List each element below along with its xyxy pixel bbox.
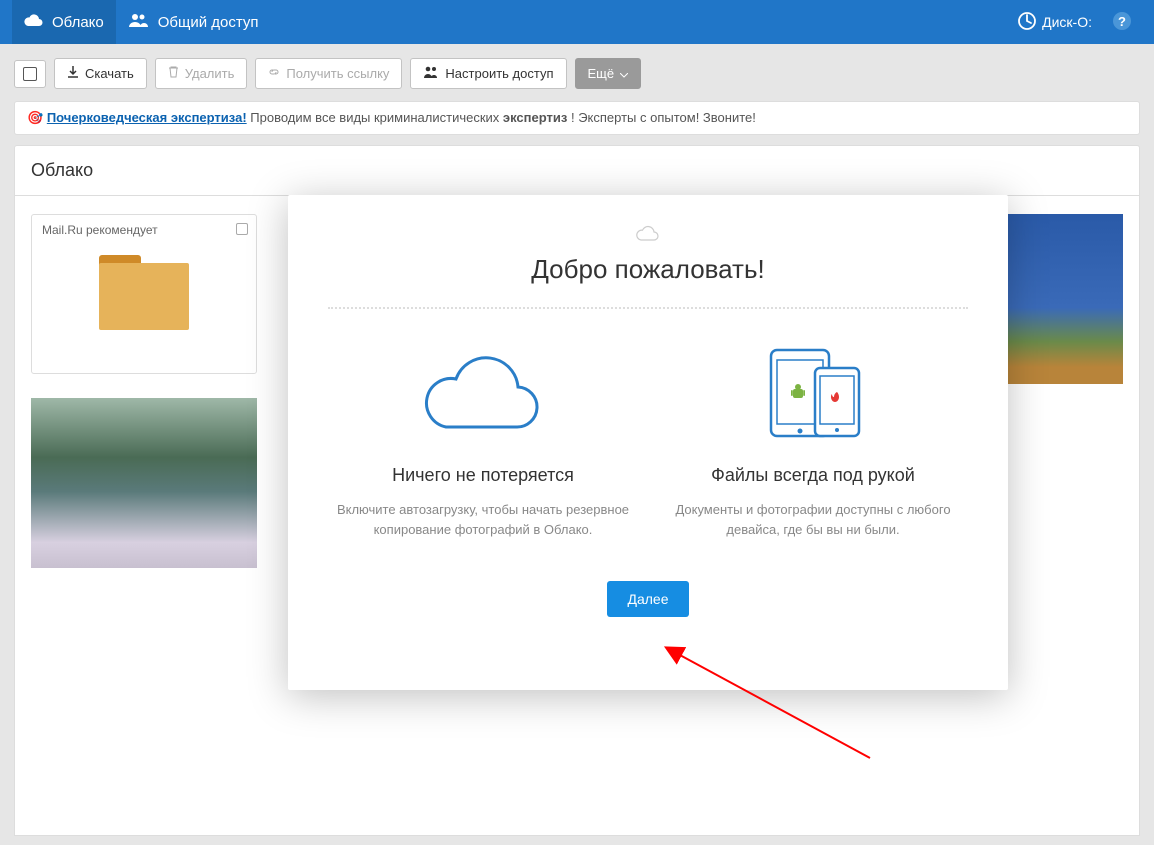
nav-shared-label: Общий доступ — [158, 14, 259, 31]
folder-label: Mail.Ru рекомендует — [42, 223, 246, 237]
ad-text1: Проводим все виды криминалистических — [250, 110, 503, 125]
getlink-label: Получить ссылку — [286, 66, 389, 81]
breadcrumb-label: Облако — [31, 160, 93, 180]
ad-bold: экспертиз — [503, 110, 567, 125]
cloud-outline-icon — [328, 337, 638, 447]
feature2-desc: Документы и фотографии доступны с любого… — [658, 500, 968, 539]
cloud-icon — [328, 225, 968, 246]
nav-help[interactable]: ? — [1102, 11, 1142, 34]
nav-disko[interactable]: Диск-О: — [1008, 12, 1102, 33]
download-label: Скачать — [85, 66, 134, 81]
select-all-checkbox[interactable] — [14, 60, 46, 88]
chevron-down-icon — [620, 66, 628, 81]
access-button[interactable]: Настроить доступ — [410, 58, 566, 89]
feature2-title: Файлы всегда под рукой — [658, 465, 968, 486]
next-label: Далее — [627, 591, 668, 607]
delete-label: Удалить — [185, 66, 235, 81]
welcome-modal: Добро пожаловать! Ничего не потеряется В… — [288, 195, 1008, 690]
download-icon — [67, 66, 79, 81]
disk-icon — [1018, 12, 1036, 33]
link-icon — [268, 66, 280, 81]
ad-text2: ! Эксперты с опытом! Звоните! — [571, 110, 756, 125]
getlink-button[interactable]: Получить ссылку — [255, 58, 402, 89]
devices-icon — [658, 337, 968, 447]
people-icon — [423, 66, 439, 81]
folder-tile-mailru[interactable]: Mail.Ru рекомендует — [31, 214, 257, 374]
breadcrumb: Облако — [14, 145, 1140, 196]
folder-icon — [99, 255, 189, 330]
download-button[interactable]: Скачать — [54, 58, 147, 89]
tile-checkbox[interactable] — [236, 223, 248, 235]
trash-icon — [168, 66, 179, 81]
more-button[interactable]: Ещё — [575, 58, 642, 89]
people-icon — [128, 13, 150, 31]
access-label: Настроить доступ — [445, 66, 553, 81]
ad-banner[interactable]: 🎯 Почерковедческая экспертиза! Проводим … — [14, 101, 1140, 135]
delete-button[interactable]: Удалить — [155, 58, 248, 89]
more-label: Ещё — [588, 66, 615, 81]
next-button[interactable]: Далее — [607, 581, 688, 617]
nav-shared[interactable]: Общий доступ — [116, 0, 271, 44]
ad-title: Почерковедческая экспертиза! — [47, 110, 247, 125]
ad-icon: 🎯 — [27, 110, 47, 125]
cloud-icon — [24, 13, 44, 31]
help-icon: ? — [1112, 11, 1132, 34]
feature1-title: Ничего не потеряется — [328, 465, 638, 486]
nav-cloud[interactable]: Облако — [12, 0, 116, 44]
image-tile-lake[interactable] — [31, 398, 257, 568]
feature1-desc: Включите автозагрузку, чтобы начать резе… — [328, 500, 638, 539]
svg-text:?: ? — [1118, 14, 1126, 29]
nav-disko-label: Диск-О: — [1042, 14, 1092, 30]
nav-cloud-label: Облако — [52, 14, 104, 31]
modal-title: Добро пожаловать! — [328, 254, 968, 285]
